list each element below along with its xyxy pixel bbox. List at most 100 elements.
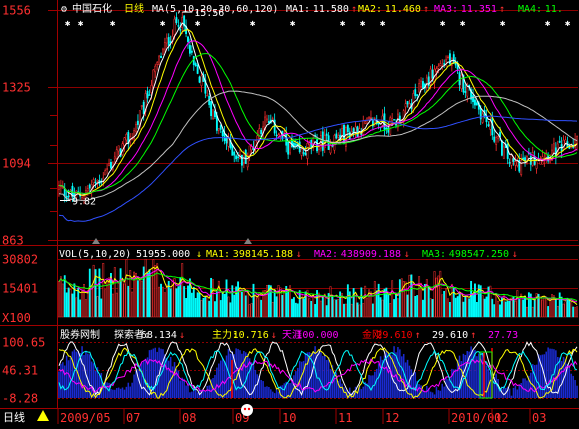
volume-bar[interactable] — [522, 299, 525, 318]
candle-body[interactable] — [510, 154, 513, 166]
candle-body[interactable] — [148, 94, 151, 96]
volume-bar[interactable] — [246, 290, 249, 318]
volume-bar[interactable] — [439, 270, 442, 318]
volume-bar[interactable] — [65, 292, 68, 318]
volume-bar[interactable] — [333, 299, 336, 318]
candle-body[interactable] — [416, 94, 419, 97]
volume-bar[interactable] — [294, 302, 297, 318]
candle-body[interactable] — [163, 42, 166, 50]
candle-body[interactable] — [167, 37, 170, 46]
volume-bar[interactable] — [502, 293, 505, 318]
volume-bar[interactable] — [275, 296, 278, 318]
volume-bar[interactable] — [543, 296, 546, 318]
candle-body[interactable] — [104, 170, 107, 176]
volume-bar[interactable] — [242, 290, 245, 318]
volume-bar[interactable] — [506, 300, 509, 318]
candle-body[interactable] — [502, 146, 505, 159]
volume-bar[interactable] — [360, 287, 363, 318]
candle-body[interactable] — [92, 179, 95, 184]
candle-body[interactable] — [529, 155, 532, 165]
volume-bar[interactable] — [364, 285, 367, 318]
gear-icon[interactable]: ⚙ — [60, 4, 67, 15]
candle-body[interactable] — [447, 56, 449, 59]
volume-bar[interactable] — [572, 306, 575, 318]
volume-bar[interactable] — [291, 298, 293, 318]
candle-body[interactable] — [425, 77, 428, 88]
volume-bar[interactable] — [108, 277, 110, 318]
volume-bar[interactable] — [387, 293, 390, 318]
candle-body[interactable] — [487, 124, 490, 127]
candle-body[interactable] — [237, 156, 239, 158]
volume-bar[interactable] — [314, 304, 317, 318]
volume-bar[interactable] — [541, 299, 544, 318]
volume-bar[interactable] — [160, 283, 162, 318]
volume-bar[interactable] — [549, 300, 551, 318]
candle-body[interactable] — [452, 54, 455, 64]
candle-body[interactable] — [439, 63, 442, 67]
volume-bar[interactable] — [92, 264, 95, 318]
volume-bar[interactable] — [140, 280, 143, 318]
volume-bar[interactable] — [83, 284, 85, 318]
volume-bar[interactable] — [454, 297, 457, 318]
volume-bar[interactable] — [252, 283, 255, 318]
candle-body[interactable] — [531, 152, 534, 166]
volume-bar[interactable] — [568, 298, 571, 318]
volume-bar[interactable] — [475, 301, 478, 318]
candle-body[interactable] — [162, 48, 164, 55]
volume-bar[interactable] — [96, 296, 99, 318]
volume-bar[interactable] — [146, 273, 149, 318]
volume-bar[interactable] — [321, 296, 324, 318]
volume-bar[interactable] — [556, 305, 559, 318]
candle-body[interactable] — [300, 148, 303, 156]
volume-bar[interactable] — [150, 274, 153, 318]
volume-bar[interactable] — [86, 289, 89, 318]
candle-body[interactable] — [165, 37, 168, 44]
candle-body[interactable] — [335, 133, 338, 139]
candle-body[interactable] — [472, 95, 474, 103]
volume-bar[interactable] — [497, 300, 499, 318]
volume-bar[interactable] — [339, 291, 342, 318]
volume-bar[interactable] — [464, 296, 467, 318]
volume-bar[interactable] — [59, 276, 62, 318]
candle-body[interactable] — [422, 81, 424, 89]
volume-bar[interactable] — [470, 280, 473, 318]
volume-bar[interactable] — [233, 294, 236, 318]
candle-body[interactable] — [173, 18, 176, 35]
candle-body[interactable] — [354, 126, 357, 133]
volume-bar[interactable] — [422, 299, 424, 318]
candle-body[interactable] — [387, 127, 390, 133]
candle-body[interactable] — [443, 63, 446, 65]
volume-bar[interactable] — [325, 305, 328, 318]
volume-bar[interactable] — [371, 303, 374, 318]
candle-body[interactable] — [539, 160, 542, 165]
candle-body[interactable] — [187, 36, 189, 42]
candle-body[interactable] — [302, 152, 305, 154]
candle-body[interactable] — [489, 120, 492, 130]
candle-body[interactable] — [325, 133, 328, 136]
volume-bar[interactable] — [343, 303, 345, 318]
candle-body[interactable] — [190, 50, 193, 53]
candle-body[interactable] — [110, 162, 112, 169]
volume-bar[interactable] — [131, 291, 134, 318]
volume-bar[interactable] — [393, 299, 395, 318]
volume-bar[interactable] — [564, 301, 567, 318]
volume-bar[interactable] — [499, 304, 501, 318]
candle-body[interactable] — [244, 149, 247, 164]
volume-bar[interactable] — [200, 300, 203, 318]
volume-bar[interactable] — [554, 299, 557, 318]
volume-bar[interactable] — [293, 297, 295, 318]
volume-bar[interactable] — [266, 285, 268, 318]
volume-bar[interactable] — [460, 292, 463, 318]
candle-body[interactable] — [445, 59, 447, 62]
candle-body[interactable] — [94, 181, 97, 184]
candle-body[interactable] — [391, 118, 394, 122]
candle-body[interactable] — [368, 117, 370, 119]
volume-bar[interactable] — [241, 291, 243, 318]
volume-bar[interactable] — [395, 294, 397, 318]
volume-bar[interactable] — [79, 299, 82, 318]
volume-bar[interactable] — [323, 293, 326, 318]
volume-bar[interactable] — [443, 291, 446, 318]
candle-body[interactable] — [408, 103, 411, 108]
candle-body[interactable] — [516, 161, 519, 166]
volume-bar[interactable] — [63, 275, 66, 318]
